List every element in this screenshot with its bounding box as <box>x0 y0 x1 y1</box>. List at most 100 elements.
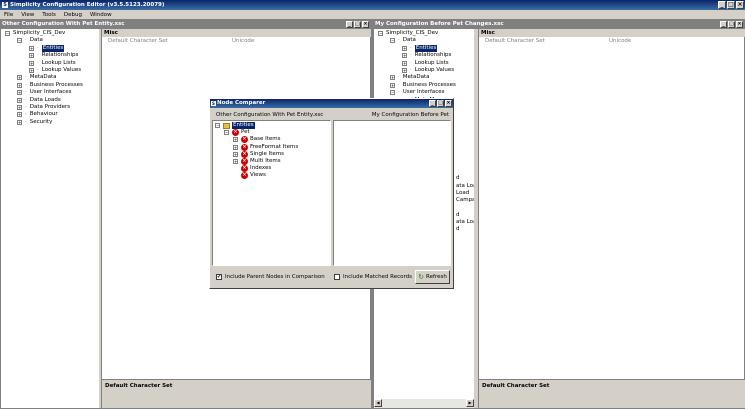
collapse-icon[interactable]: − <box>215 123 220 128</box>
right_window.tree-node[interactable]: − · User Interfaces <box>390 89 445 96</box>
left-prop-name[interactable]: Default Character Set <box>108 37 228 45</box>
right_window.tree-node[interactable]: + · Entities <box>402 44 438 52</box>
expand-icon[interactable]: + <box>390 75 395 81</box>
left_window.tree-node[interactable]: + · Relationships <box>29 52 78 59</box>
tree-partial-label[interactable]: d <box>456 226 460 233</box>
tree-partial-label[interactable]: d <box>456 212 460 219</box>
scroll-left-arrow-icon[interactable]: ◀ <box>374 399 382 407</box>
dialog.tree-node[interactable]: + × Base Items <box>233 136 281 144</box>
expand-icon[interactable]: + <box>17 90 22 96</box>
left_window.tree-node[interactable]: + · Entities <box>29 44 65 52</box>
dialog.tree-node[interactable]: × Indexes <box>233 165 271 173</box>
right-prop-name[interactable]: Default Character Set <box>485 37 605 45</box>
left_window.tree-node[interactable]: + · Data Providers <box>17 104 70 111</box>
expand-icon[interactable]: + <box>233 151 238 157</box>
expand-icon[interactable]: + <box>402 53 407 59</box>
minimize-button[interactable]: _ <box>718 1 726 9</box>
left_window.tree-node[interactable]: − · Data <box>17 37 43 44</box>
left_window.tree-node[interactable]: − Simplicity_CIS_Dev <box>5 30 65 37</box>
tree-partial-label[interactable]: Load <box>456 190 469 197</box>
expand-icon[interactable]: + <box>29 53 34 59</box>
expand-icon[interactable]: + <box>17 119 22 125</box>
collapse-icon[interactable]: − <box>390 90 395 96</box>
left-tree[interactable]: − Simplicity_CIS_Dev − · Data + · Entities + · Rel… <box>1 29 99 408</box>
menu-debug[interactable]: Debug <box>60 12 86 18</box>
expand-icon[interactable]: + <box>17 112 22 118</box>
right_window.tree-node[interactable]: − Simplicity_CIS_Dev <box>378 30 438 37</box>
right_window.tree-node[interactable]: + · Business Processes <box>390 82 456 89</box>
dialog.tree-node[interactable]: + × Single Items <box>233 150 284 158</box>
collapse-icon[interactable]: − <box>17 38 22 44</box>
left-close-button[interactable]: × <box>362 21 369 28</box>
dialog-minimize-button[interactable]: _ <box>429 100 436 107</box>
left_window.tree-node[interactable]: + · Business Processes <box>17 82 83 89</box>
right-tree-hscrollbar[interactable]: ◀ ▶ <box>374 399 474 408</box>
right_window.tree-node[interactable]: − · Data <box>390 37 416 44</box>
dialog.tree-node[interactable]: − × Pet <box>224 129 250 137</box>
right_window.tree-node[interactable]: + · Lookup Values <box>402 67 454 74</box>
right-minimize-button[interactable]: _ <box>720 21 727 28</box>
include-matched-records-checkbox[interactable]: Include Matched Records <box>334 274 412 280</box>
collapse-icon[interactable]: − <box>390 38 395 44</box>
left-minimize-button[interactable]: _ <box>346 21 353 28</box>
menu-view[interactable]: View <box>17 12 38 18</box>
left-prop-value[interactable]: Unicode <box>232 37 367 45</box>
dialog-right-tree[interactable] <box>333 120 451 266</box>
expand-icon[interactable]: + <box>233 144 238 150</box>
expand-icon[interactable]: + <box>233 159 238 164</box>
expand-icon[interactable]: + <box>390 82 395 88</box>
left_window.tree-node[interactable]: + · MetaData <box>17 74 57 81</box>
left_window.tree-node[interactable]: + · Security <box>17 119 52 126</box>
right_window.tree-node[interactable]: + · Relationships <box>402 52 451 59</box>
collapse-icon[interactable]: − <box>5 31 10 36</box>
expand-icon[interactable]: + <box>233 137 238 143</box>
maximize-button[interactable]: □ <box>727 1 735 9</box>
expand-icon[interactable]: + <box>17 105 22 110</box>
left_window.tree-node[interactable]: + · Lookup Values <box>29 67 81 74</box>
right-category-misc[interactable]: Misc <box>479 29 745 37</box>
tree-partial-label[interactable]: d <box>456 175 460 182</box>
menu-file[interactable]: File <box>0 12 17 18</box>
refresh-button[interactable]: ↻ Refresh <box>415 270 450 284</box>
left_window.tree-node[interactable]: + · Lookup Lists <box>29 60 76 67</box>
dialog-maximize-button[interactable]: □ <box>437 100 444 107</box>
scroll-right-arrow-icon[interactable]: ▶ <box>466 399 474 407</box>
expand-icon[interactable]: + <box>29 45 34 51</box>
right-close-button[interactable]: × <box>736 21 743 28</box>
left_window.tree-node[interactable]: + · Data Loads <box>17 97 61 104</box>
expand-icon[interactable]: + <box>402 45 407 51</box>
expand-icon[interactable]: + <box>402 68 407 73</box>
expand-icon[interactable]: + <box>29 68 34 73</box>
right_window.tree-node[interactable]: + · Lookup Lists <box>402 60 449 67</box>
tree-partial-label[interactable]: ata Load <box>456 219 474 226</box>
include-parent-check-box[interactable]: ✔ <box>216 274 222 280</box>
dialog.tree-node[interactable]: × Views <box>233 172 266 180</box>
left-category-misc[interactable]: Misc <box>102 29 371 37</box>
dialog.tree-node[interactable]: + × FreeFormat Items <box>233 143 298 151</box>
expand-icon[interactable]: + <box>17 82 22 88</box>
right-maximize-button[interactable]: □ <box>728 21 735 28</box>
dialog-close-button[interactable]: × <box>445 100 452 107</box>
collapse-icon[interactable]: − <box>378 31 383 36</box>
menu-window[interactable]: Window <box>86 12 116 18</box>
expand-icon[interactable]: + <box>402 60 407 66</box>
menu-tools[interactable]: Tools <box>38 12 60 18</box>
include-matched-check-box[interactable] <box>334 274 340 280</box>
dialog.tree-node[interactable]: − Entities <box>215 122 255 129</box>
collapse-icon[interactable]: − <box>224 130 229 136</box>
dialog-left-tree[interactable]: − Entities − × Pet + × Base Items + × FreeFormat I… <box>212 120 331 266</box>
left_window.tree-node[interactable]: + · User Interfaces <box>17 89 72 96</box>
right-prop-value[interactable]: Unicode <box>609 37 739 45</box>
left-maximize-button[interactable]: □ <box>354 21 361 28</box>
expand-icon[interactable]: + <box>29 60 34 66</box>
expand-icon[interactable]: + <box>17 75 22 81</box>
left_window.tree-node[interactable]: + · Behaviour <box>17 111 58 118</box>
right_window.tree-node[interactable]: + · MetaData <box>390 74 430 81</box>
tree-partial-label[interactable]: ata Load <box>456 183 474 190</box>
include-parent-nodes-checkbox[interactable]: ✔ Include Parent Nodes in Comparison <box>216 274 325 280</box>
node-bullet-icon: · <box>25 111 27 118</box>
close-button[interactable]: × <box>736 1 744 9</box>
dialog.tree-node[interactable]: + × Multi Items <box>233 158 281 165</box>
tree-partial-label[interactable]: Campaign <box>456 197 474 204</box>
expand-icon[interactable]: + <box>17 97 22 103</box>
